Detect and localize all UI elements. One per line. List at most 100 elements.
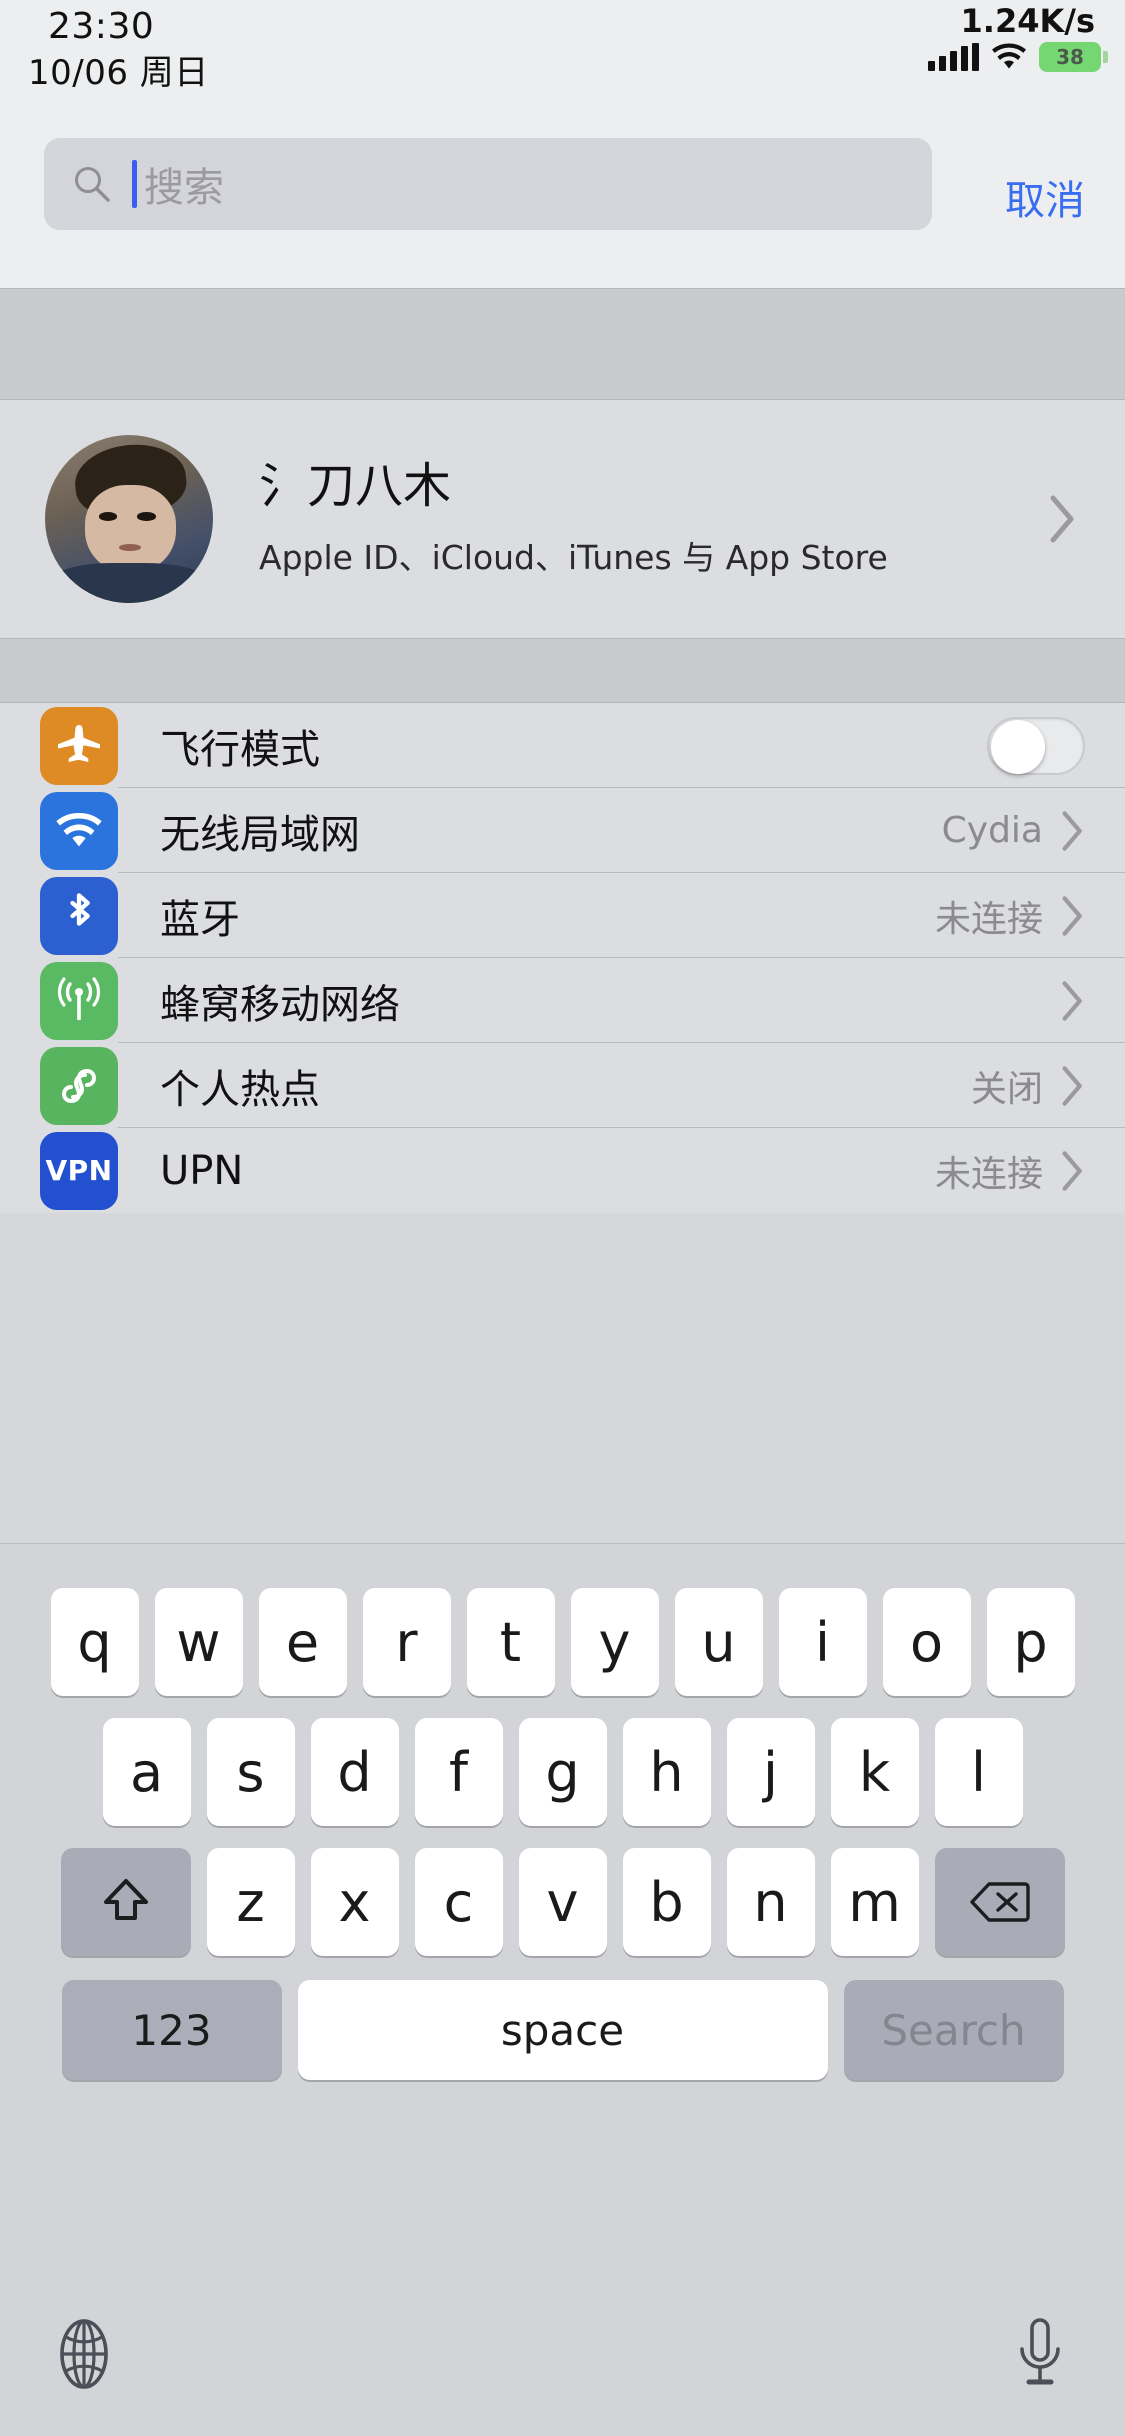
chevron-right-icon: [1050, 495, 1074, 543]
apple-id-profile-row[interactable]: 氵刀八木 Apple ID、iCloud、iTunes 与 App Store: [0, 400, 1125, 638]
key-b[interactable]: b: [622, 1848, 711, 1956]
shift-up-arrow-icon: [103, 1879, 148, 1920]
settings-row-value: 关闭: [970, 1068, 1043, 1110]
key-s[interactable]: s: [206, 1718, 295, 1826]
wifi-icon: [40, 791, 118, 870]
search-input[interactable]: 搜索: [44, 138, 932, 230]
section-spacer-top: [0, 288, 1125, 400]
globe-language-icon: [60, 2319, 108, 2389]
settings-row-airplane-mode[interactable]: 飞行模式: [0, 703, 1125, 788]
keyboard-row-2: a s d f g h j k l: [0, 1718, 1125, 1826]
keyboard-row-4: 123 space Search: [0, 1980, 1125, 2080]
settings-row-bluetooth[interactable]: 蓝牙 未连接: [0, 873, 1125, 958]
shift-key[interactable]: [60, 1848, 191, 1956]
key-i[interactable]: i: [778, 1588, 867, 1696]
hotspot-icon: [40, 1046, 118, 1125]
profile-subtitle: Apple ID、iCloud、iTunes 与 App Store: [259, 537, 888, 577]
keyboard-row-3: z x c v b n m: [0, 1848, 1125, 1956]
battery-indicator: 38: [1039, 42, 1108, 72]
settings-row-personal-hotspot[interactable]: 个人热点 关闭: [0, 1043, 1125, 1128]
keyboard-row-1: q w e r t y u i o p: [0, 1588, 1125, 1696]
chevron-right-icon: [1062, 1150, 1082, 1191]
key-v[interactable]: v: [518, 1848, 607, 1956]
key-w[interactable]: w: [154, 1588, 243, 1696]
key-m[interactable]: m: [830, 1848, 919, 1956]
status-bar: 23:30 10/06 周日 1.24K/s 38: [0, 0, 1125, 93]
settings-row-value: 未连接: [934, 1153, 1043, 1195]
settings-row-control: 未连接: [935, 1145, 1085, 1197]
key-u[interactable]: u: [674, 1588, 763, 1696]
key-y[interactable]: y: [570, 1588, 659, 1696]
airplane-icon: [40, 706, 118, 785]
airplane-mode-toggle[interactable]: [987, 716, 1085, 775]
iphone-settings-screen: 23:30 10/06 周日 1.24K/s 38 搜索 取消 氵刀八木 App…: [0, 0, 1125, 2436]
status-bar-date: 10/06 周日: [28, 53, 209, 93]
chevron-right-icon: [1062, 1065, 1082, 1106]
key-d[interactable]: d: [310, 1718, 399, 1826]
toggle-knob: [991, 719, 1045, 774]
section-spacer-bottom: [0, 638, 1125, 703]
network-speed-indicator: 1.24K/s: [960, 2, 1095, 40]
profile-name: 氵刀八木: [259, 458, 452, 515]
key-p[interactable]: p: [986, 1588, 1075, 1696]
dictation-mic-key[interactable]: [1011, 2316, 1069, 2396]
settings-row-value: 未连接: [934, 898, 1043, 940]
numbers-key[interactable]: 123: [61, 1980, 282, 2080]
cancel-button[interactable]: 取消: [1005, 168, 1085, 226]
key-z[interactable]: z: [206, 1848, 295, 1956]
wifi-icon: [992, 43, 1026, 69]
key-l[interactable]: l: [934, 1718, 1023, 1826]
settings-row-label: 蓝牙: [160, 896, 240, 943]
key-f[interactable]: f: [414, 1718, 503, 1826]
settings-row-value: Cydia: [941, 810, 1043, 851]
settings-row-control: 关闭: [971, 1060, 1085, 1112]
chevron-right-icon: [1062, 895, 1082, 936]
settings-row-label: 个人热点: [160, 1066, 320, 1113]
profile-text-block: 氵刀八木 Apple ID、iCloud、iTunes 与 App Store: [259, 459, 888, 578]
key-h[interactable]: h: [622, 1718, 711, 1826]
key-j[interactable]: j: [726, 1718, 815, 1826]
search-return-key[interactable]: Search: [843, 1980, 1064, 2080]
backspace-delete-icon: [969, 1882, 1030, 1922]
key-e[interactable]: e: [258, 1588, 347, 1696]
key-q[interactable]: q: [50, 1588, 139, 1696]
key-k[interactable]: k: [830, 1718, 919, 1826]
key-x[interactable]: x: [310, 1848, 399, 1956]
settings-row-label: UPN: [160, 1147, 244, 1194]
key-g[interactable]: g: [518, 1718, 607, 1826]
status-bar-indicators: 38: [928, 42, 1108, 72]
vpn-icon: VPN: [40, 1131, 118, 1210]
settings-row-control: [1043, 980, 1085, 1022]
settings-row-vpn[interactable]: VPN UPN 未连接: [0, 1128, 1125, 1213]
key-n[interactable]: n: [726, 1848, 815, 1956]
key-a[interactable]: a: [102, 1718, 191, 1826]
search-bar-container: 搜索 取消: [0, 90, 1125, 288]
onscreen-keyboard: q w e r t y u i o p a s d f g h j k l z …: [0, 1543, 1125, 2436]
avatar: [45, 435, 213, 603]
microphone-icon: [1020, 2318, 1060, 2385]
key-t[interactable]: t: [466, 1588, 555, 1696]
settings-row-wifi[interactable]: 无线局域网 Cydia: [0, 788, 1125, 873]
settings-row-label: 飞行模式: [160, 726, 320, 773]
status-bar-time: 23:30: [48, 6, 155, 47]
settings-row-control: [987, 716, 1085, 775]
key-r[interactable]: r: [362, 1588, 451, 1696]
search-placeholder: 搜索: [144, 165, 224, 211]
settings-row-label: 无线局域网: [160, 811, 360, 858]
settings-list: 飞行模式 无线局域网 Cydia 蓝牙 未连接 蜂窝移动网络 个人热点 关闭 V…: [0, 703, 1125, 1213]
space-key[interactable]: space: [297, 1980, 828, 2080]
chevron-right-icon: [1062, 810, 1082, 851]
key-c[interactable]: c: [414, 1848, 503, 1956]
settings-row-cellular[interactable]: 蜂窝移动网络: [0, 958, 1125, 1043]
settings-row-label: 蜂窝移动网络: [160, 981, 400, 1028]
settings-row-control: 未连接: [935, 890, 1085, 942]
backspace-key[interactable]: [934, 1848, 1065, 1956]
key-o[interactable]: o: [882, 1588, 971, 1696]
globe-language-key[interactable]: [48, 2318, 120, 2394]
text-cursor: [132, 160, 137, 208]
keyboard-bottom-bar: [0, 2276, 1125, 2436]
bluetooth-icon: [40, 876, 118, 955]
cellular-icon: [40, 961, 118, 1040]
chevron-right-icon: [1062, 980, 1082, 1021]
signal-bars-icon: [928, 43, 979, 71]
